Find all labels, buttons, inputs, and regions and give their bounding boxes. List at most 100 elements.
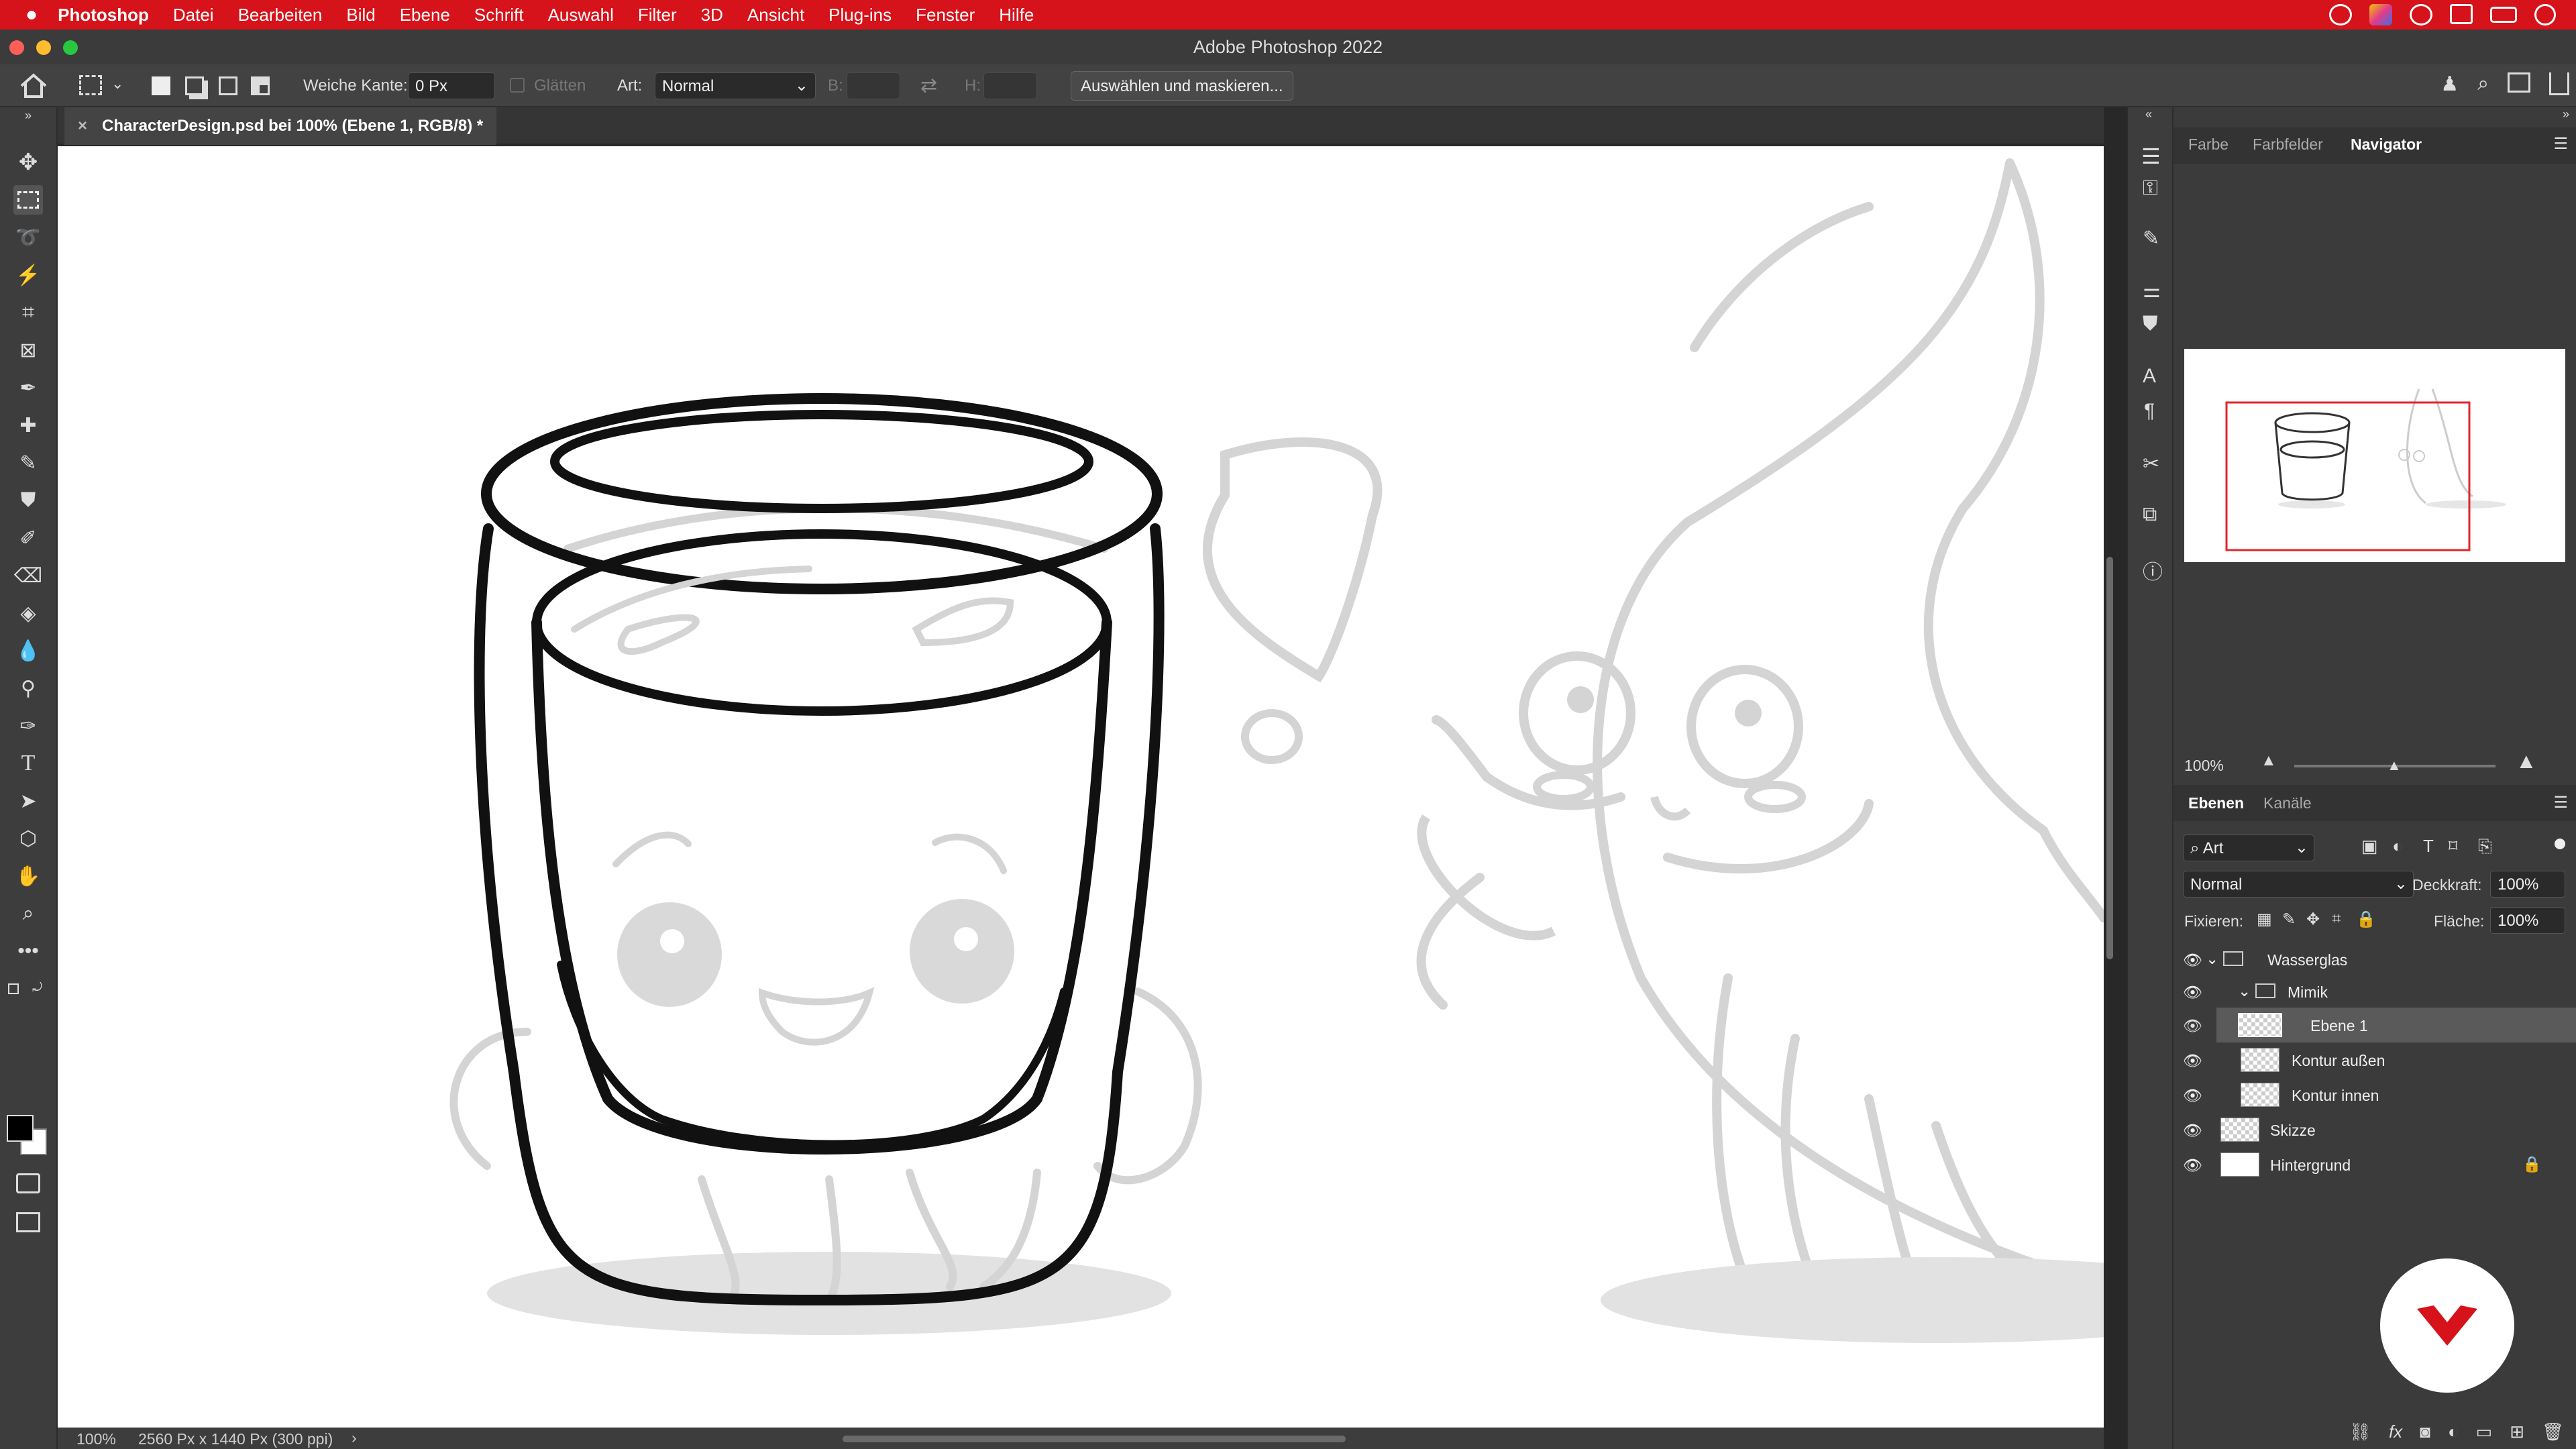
pen-tool-icon[interactable]: ✑ (13, 711, 43, 741)
colorful-app-icon[interactable] (2369, 4, 2392, 25)
path-selection-tool-icon[interactable]: ➤ (13, 786, 43, 816)
zoom-window-button[interactable] (63, 40, 78, 55)
visibility-eye-icon[interactable]: 👁 (2183, 1017, 2202, 1035)
navigator-zoom-value[interactable]: 100% (2184, 757, 2224, 775)
new-selection-icon[interactable] (152, 76, 170, 95)
layers-menu-icon[interactable]: ☰ (2553, 793, 2568, 812)
layer-row-mimik[interactable]: 👁 ⌄ Mimik (2174, 974, 2576, 1009)
intersect-selection-icon[interactable] (251, 76, 270, 95)
default-colors-icon[interactable] (8, 983, 19, 994)
menu-hilfe[interactable]: Hilfe (999, 5, 1034, 25)
horizontal-scrollbar[interactable] (843, 1436, 1346, 1442)
swap-icon[interactable]: ⇄ (920, 74, 937, 97)
clone-source-icon[interactable]: ⛊ (2143, 313, 2158, 335)
libraries-icon[interactable]: ⧉ (2143, 503, 2157, 526)
filter-adjustment-icon[interactable]: ◐ (2392, 836, 2403, 857)
vertical-scrollbar[interactable] (2106, 557, 2113, 959)
link-layers-icon[interactable]: ⛓ (2349, 1421, 2371, 1442)
character-icon[interactable]: A (2143, 365, 2156, 388)
hand-tool-icon[interactable]: ✋ (13, 861, 43, 891)
eraser-tool-icon[interactable]: ⌫ (13, 561, 43, 590)
menu-bearbeiten[interactable]: Bearbeiten (238, 5, 323, 25)
layer-row-kontur-aussen[interactable]: 👁 Kontur außen (2174, 1042, 2576, 1077)
shape-tool-icon[interactable]: ⬡ (13, 824, 43, 853)
zoom-out-icon[interactable]: ▲ (2261, 751, 2277, 770)
type-tool-icon[interactable]: T (13, 749, 43, 778)
layer-row-skizze[interactable]: 👁 Skizze (2174, 1112, 2576, 1147)
quick-mask-icon[interactable] (13, 1169, 43, 1198)
apple-icon[interactable]: ● (25, 3, 38, 26)
blur-tool-icon[interactable]: 💧 (13, 636, 43, 665)
calendar-icon[interactable] (2450, 4, 2473, 24)
add-mask-icon[interactable]: ◙ (2420, 1421, 2430, 1442)
navigator-preview[interactable] (2184, 349, 2565, 562)
close-window-button[interactable] (9, 40, 24, 55)
subtract-selection-icon[interactable] (219, 76, 237, 95)
menu-ebene[interactable]: Ebene (400, 5, 450, 25)
layer-row-ebene-1[interactable]: 👁 Ebene 1 (2183, 1008, 2576, 1042)
expand-panels-icon[interactable]: » (2563, 107, 2569, 121)
menu-auswahl[interactable]: Auswahl (548, 5, 614, 25)
creative-cloud-icon[interactable] (2329, 4, 2352, 25)
foreground-color-swatch[interactable] (7, 1115, 34, 1142)
collapse-toolbar-icon[interactable]: » (13, 109, 43, 122)
layer-row-hintergrund[interactable]: 👁 Hintergrund 🔒 (2174, 1147, 2576, 1182)
lock-icon[interactable]: 🔒 (2522, 1155, 2542, 1173)
home-icon[interactable] (19, 72, 48, 99)
zoom-in-icon[interactable]: ▲ (2516, 749, 2537, 773)
workspace-icon[interactable] (2508, 72, 2530, 93)
filter-shape-icon[interactable]: ⌑ (2449, 836, 2457, 857)
menu-filter[interactable]: Filter (638, 5, 677, 25)
new-group-icon[interactable]: ▭ (2476, 1421, 2493, 1442)
menu-datei[interactable]: Datei (173, 5, 214, 25)
move-tool-icon[interactable]: ✥ (13, 148, 43, 177)
more-tools-icon[interactable]: ••• (13, 936, 43, 966)
tool-presets-icon[interactable]: ✂ (2143, 452, 2159, 476)
chevron-right-icon[interactable]: › (352, 1429, 357, 1447)
menu-bild[interactable]: Bild (346, 5, 375, 25)
adjustments-icon[interactable]: ☰ (2141, 144, 2161, 169)
layer-filter-select[interactable]: ⌕ Art ⌄ (2183, 835, 2314, 861)
visibility-eye-icon[interactable]: 👁 (2183, 1122, 2202, 1139)
visibility-eye-icon[interactable]: 👁 (2183, 1157, 2202, 1174)
rectangular-marquee-tool-icon[interactable] (13, 185, 43, 215)
battery-icon[interactable] (2490, 7, 2517, 23)
artwork-canvas[interactable] (58, 146, 2104, 1428)
filter-smart-object-icon[interactable]: ⎘ (2478, 836, 2492, 857)
lock-transparent-icon[interactable]: ▦ (2257, 910, 2272, 929)
frame-tool-icon[interactable]: ⊠ (13, 335, 43, 365)
delete-layer-icon[interactable]: 🗑 (2542, 1421, 2564, 1442)
menu-ansicht[interactable]: Ansicht (747, 5, 804, 25)
dodge-tool-icon[interactable]: ⚲ (13, 674, 43, 703)
select-and-mask-button[interactable]: Auswählen und maskieren... (1071, 71, 1293, 101)
height-input[interactable] (983, 72, 1037, 99)
marquee-preset-icon[interactable] (79, 75, 102, 95)
canvas-area[interactable] (58, 146, 2104, 1428)
layer-style-icon[interactable]: fx (2389, 1421, 2402, 1442)
magic-wand-tool-icon[interactable]: ⚡ (13, 260, 43, 290)
tab-kanaele[interactable]: Kanäle (2263, 794, 2312, 812)
opacity-input[interactable]: 100% (2490, 871, 2565, 898)
tab-ebenen[interactable]: Ebenen (2188, 794, 2244, 812)
add-selection-icon[interactable] (185, 76, 204, 95)
document-tab[interactable]: × CharacterDesign.psd bei 100% (Ebene 1,… (64, 107, 497, 145)
new-layer-icon[interactable]: ⊞ (2510, 1421, 2524, 1442)
layer-row-wasserglas[interactable]: 👁 ⌄ Wasserglas (2174, 942, 2576, 977)
visibility-eye-icon[interactable]: 👁 (2183, 951, 2202, 969)
tab-navigator[interactable]: Navigator (2351, 136, 2422, 154)
panel-menu-icon[interactable]: ☰ (2553, 134, 2568, 154)
crop-tool-icon[interactable]: ⌗ (13, 298, 43, 327)
expand-arrow-icon[interactable]: ⌄ (2206, 950, 2218, 968)
brush-tool-icon[interactable]: ✎ (13, 448, 43, 478)
info-icon[interactable]: ⓘ (2143, 555, 2163, 585)
navigator-zoom-thumb[interactable]: ▲ (2387, 757, 2402, 774)
collapse-panels-icon[interactable]: « (2145, 107, 2152, 121)
search-icon[interactable]: ⌕ (2477, 72, 2489, 96)
zoom-level[interactable]: 100% (76, 1430, 116, 1448)
zoom-tool-icon[interactable]: ⌕ (13, 899, 43, 928)
close-tab-icon[interactable]: × (78, 117, 87, 136)
healing-brush-tool-icon[interactable]: ✚ (13, 411, 43, 440)
properties-icon[interactable]: ⚌ (2143, 279, 2161, 303)
width-input[interactable] (847, 72, 900, 99)
lasso-tool-icon[interactable]: ➰ (13, 223, 43, 252)
